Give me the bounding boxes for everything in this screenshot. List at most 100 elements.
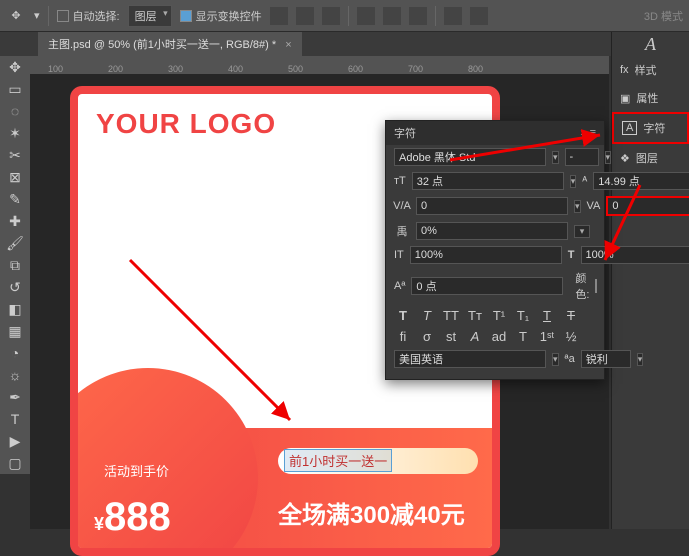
character-panel-button[interactable]: A字符: [612, 112, 689, 144]
dropdown-icon[interactable]: ▾: [570, 175, 577, 188]
quick-select-tool[interactable]: ✶: [0, 122, 30, 144]
blur-tool[interactable]: ◔: [0, 342, 30, 364]
font-weight-dropdown[interactable]: [565, 148, 599, 166]
antialias-dropdown[interactable]: [581, 350, 631, 368]
options-bar: ✥ ▾ 自动选择: 图层 显示变换控件 3D 模式: [0, 0, 689, 32]
rectangle-tool[interactable]: ▢: [0, 452, 30, 474]
text-edit-selection[interactable]: 前1小时买一送一: [284, 449, 392, 472]
leading-input[interactable]: [593, 172, 689, 190]
lasso-tool[interactable]: ◌: [0, 100, 30, 122]
align-button[interactable]: [296, 7, 314, 25]
panel-menu-icon[interactable]: » ≡: [580, 127, 596, 139]
fx-icon: fx: [620, 64, 629, 76]
styles-panel-button[interactable]: fx样式: [612, 56, 689, 84]
swash-button[interactable]: st: [442, 329, 460, 344]
dropdown-icon[interactable]: ▾: [574, 225, 590, 238]
smallcaps-button[interactable]: Tᴛ: [466, 308, 484, 323]
panel-header[interactable]: 字符 » ≡: [386, 121, 604, 145]
props-icon: ▣: [620, 92, 630, 105]
move-tool[interactable]: ✥: [0, 56, 30, 78]
footer-banner: 活动到手价 ¥888 前1小时买一送一 全场满300减40元: [78, 428, 492, 548]
language-dropdown[interactable]: [394, 350, 546, 368]
document-tab[interactable]: 主图.psd @ 50% (前1小时买一送一, RGB/8#) * ×: [38, 32, 302, 56]
font-size-icon: тT: [394, 175, 406, 187]
align-button[interactable]: [270, 7, 288, 25]
tools-panel: ✥ ▭ ◌ ✶ ✂ ⊠ ✎ ✚ 🖌 ⧉ ↺ ◧ ▦ ◔ ☼ ✒ T ▶ ▢: [0, 56, 30, 474]
separator: [435, 6, 436, 26]
dropdown-icon[interactable]: ▾: [552, 151, 559, 164]
layer-dropdown[interactable]: 图层: [128, 5, 172, 27]
frame-tool[interactable]: ⊠: [0, 166, 30, 188]
allcaps-button[interactable]: TT: [442, 308, 460, 323]
dropdown-icon[interactable]: ▾: [605, 151, 612, 164]
slogan-text: 全场满300减40元: [278, 495, 465, 530]
crop-tool[interactable]: ✂: [0, 144, 30, 166]
scale-input[interactable]: [416, 222, 568, 240]
type-tool[interactable]: T: [0, 408, 30, 430]
character-icon: A: [622, 121, 637, 135]
auto-select-label: 自动选择:: [73, 8, 120, 24]
show-transform-label: 显示变换控件: [196, 8, 262, 24]
stamp-tool[interactable]: ⧉: [0, 254, 30, 276]
kerning-icon: V/A: [394, 200, 410, 212]
align-button[interactable]: [409, 7, 427, 25]
distribute-button[interactable]: [444, 7, 462, 25]
healing-tool[interactable]: ✚: [0, 210, 30, 232]
type-icon[interactable]: A: [612, 32, 689, 56]
eraser-tool[interactable]: ◧: [0, 298, 30, 320]
fraction-button[interactable]: ½: [562, 329, 580, 344]
contextual-button[interactable]: σ: [418, 329, 436, 344]
auto-select-checkbox[interactable]: 自动选择:: [57, 8, 120, 24]
superscript-button[interactable]: T¹: [490, 308, 508, 323]
pen-tool[interactable]: ✒: [0, 386, 30, 408]
underline-button[interactable]: T: [538, 308, 556, 323]
separator: [348, 6, 349, 26]
document-tabs: 主图.psd @ 50% (前1小时买一送一, RGB/8#) * ×: [0, 32, 689, 56]
scale-icon: 禹: [394, 223, 410, 239]
fractions-button[interactable]: 1ˢᵗ: [538, 329, 556, 344]
close-icon[interactable]: ×: [285, 39, 291, 51]
history-brush-tool[interactable]: ↺: [0, 276, 30, 298]
dropdown-icon[interactable]: ▾: [637, 353, 644, 366]
color-swatch[interactable]: [595, 279, 597, 293]
vscale-icon: IT: [394, 249, 404, 261]
divider: ▾: [34, 9, 40, 22]
align-button[interactable]: [383, 7, 401, 25]
font-size-input[interactable]: [412, 172, 564, 190]
gradient-tool[interactable]: ▦: [0, 320, 30, 342]
marquee-tool[interactable]: ▭: [0, 78, 30, 100]
kerning-input[interactable]: [416, 197, 568, 215]
titling-button[interactable]: ad: [490, 329, 508, 344]
dodge-tool[interactable]: ☼: [0, 364, 30, 386]
eyedropper-tool[interactable]: ✎: [0, 188, 30, 210]
font-family-dropdown[interactable]: [394, 148, 546, 166]
price-value: ¥888: [94, 495, 171, 540]
dropdown-icon[interactable]: ▾: [552, 353, 559, 366]
horizontal-ruler: 100 200 300 400 500 600 700 800: [30, 56, 609, 74]
brush-tool[interactable]: 🖌: [0, 232, 30, 254]
vscale-input[interactable]: [410, 246, 562, 264]
italic-button[interactable]: T: [418, 308, 436, 323]
leading-icon: ᴬ: [582, 175, 587, 187]
strikethrough-button[interactable]: T: [562, 308, 580, 323]
align-button[interactable]: [357, 7, 375, 25]
show-transform-checkbox[interactable]: 显示变换控件: [180, 8, 262, 24]
tracking-input[interactable]: [606, 196, 689, 216]
move-tool-icon[interactable]: ✥: [6, 6, 26, 26]
subscript-button[interactable]: T₁: [514, 308, 532, 323]
properties-panel-button[interactable]: ▣属性: [612, 84, 689, 112]
baseline-input[interactable]: [411, 277, 563, 295]
layers-panel-button[interactable]: ❖图层: [612, 144, 689, 172]
distribute-button[interactable]: [470, 7, 488, 25]
align-button[interactable]: [322, 7, 340, 25]
mode-3d-label: 3D 模式: [644, 8, 683, 24]
ordinals-button[interactable]: T: [514, 329, 532, 344]
path-select-tool[interactable]: ▶: [0, 430, 30, 452]
separator: [48, 6, 49, 26]
price-label: 活动到手价: [104, 461, 169, 480]
ligature-button[interactable]: fi: [394, 329, 412, 344]
hscale-input[interactable]: [581, 246, 689, 264]
stylistic-button[interactable]: A: [466, 329, 484, 344]
dropdown-icon[interactable]: ▾: [574, 200, 581, 213]
bold-button[interactable]: T: [394, 308, 412, 323]
